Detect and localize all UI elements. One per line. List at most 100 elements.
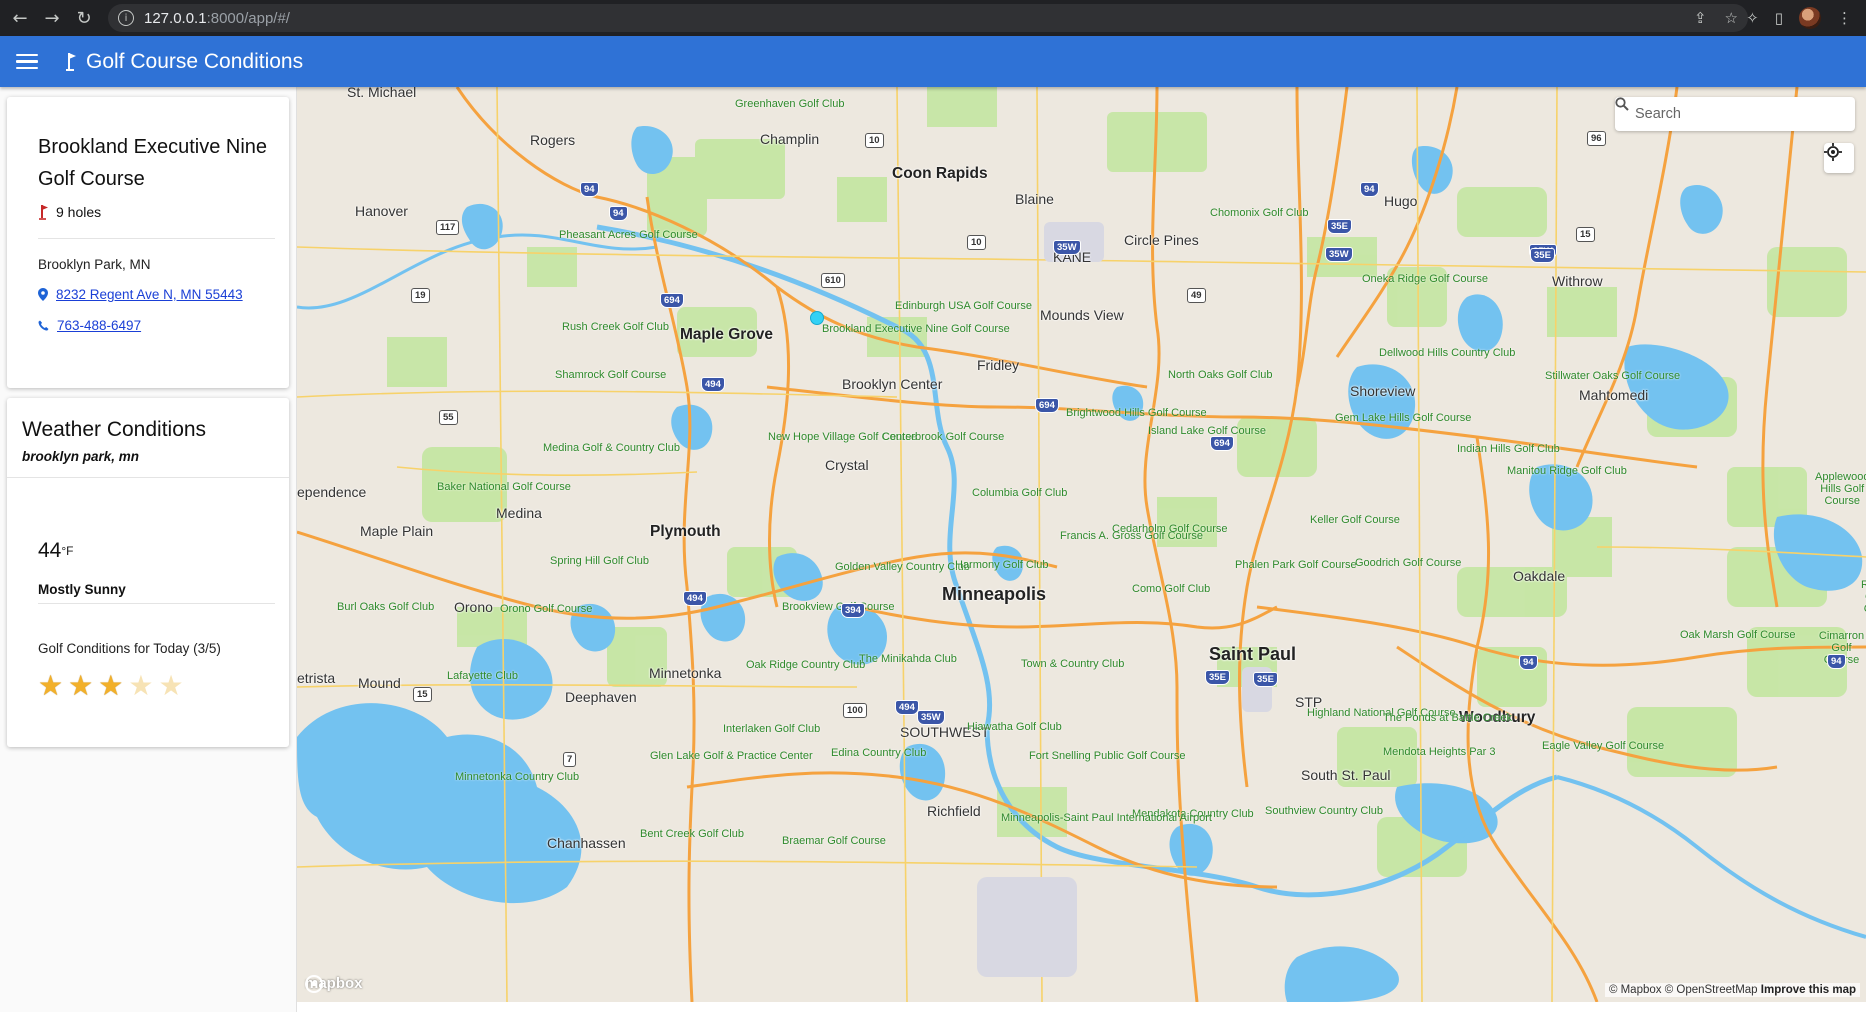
phone-link[interactable]: 763-488-6497	[57, 318, 141, 333]
map-golf-course-label[interactable]: Eagle Valley Golf Course	[1542, 740, 1664, 752]
map-golf-course-label[interactable]: Rush Creek Golf Club	[562, 321, 669, 333]
map-golf-course-label[interactable]: Columbia Golf Club	[972, 487, 1067, 499]
more-menu-icon[interactable]: ⋮	[1837, 9, 1852, 27]
highway-shield: 15	[413, 687, 432, 702]
map-golf-course-label[interactable]: Island Lake Golf Course	[1148, 425, 1266, 437]
map-golf-course-label[interactable]: Spring Hill Golf Club	[550, 555, 649, 567]
weather-description: Mostly Sunny	[38, 582, 126, 597]
highway-shield: 94	[1360, 182, 1379, 197]
map-golf-course-label[interactable]: Goodrich Golf Course	[1355, 557, 1461, 569]
map-golf-course-label[interactable]: The Minikahda Club	[859, 653, 957, 665]
url-path: :8000/app/#/	[206, 9, 290, 27]
map-golf-course-label[interactable]: The Ponds at Battle Creek	[1383, 712, 1512, 724]
map-golf-course-label[interactable]: Oneka Ridge Golf Course	[1362, 273, 1488, 285]
map-place-label: Maple Plain	[360, 523, 434, 539]
map-golf-course-label[interactable]: Cedarholm Golf Course	[1112, 523, 1228, 535]
map-golf-course-label[interactable]: Bent Creek Golf Club	[640, 828, 744, 840]
map-golf-course-label[interactable]: Lafayette Club	[447, 670, 518, 682]
map-golf-course-label[interactable]: Minnetonka Country Club	[455, 771, 579, 783]
map-golf-course-label[interactable]: Town & Country Club	[1021, 658, 1124, 670]
map-golf-course-label[interactable]: Harmony Golf Club	[955, 559, 1049, 571]
improve-map-link[interactable]: Improve this map	[1761, 984, 1856, 996]
holes-count: 9 holes	[56, 204, 102, 220]
map[interactable]: St. Michael Rogers Champlin Coon Rapids Blai…	[297, 87, 1866, 1002]
temperature-unit: °F	[61, 544, 74, 558]
map-golf-course-label[interactable]: Stillwater Oaks Golf Course	[1545, 370, 1680, 382]
map-golf-course-label[interactable]: Phalen Park Golf Course	[1235, 559, 1357, 571]
address-bar[interactable]: i 127.0.0.1 :8000/app/#/ ⇪ ☆	[108, 4, 1748, 32]
map-golf-course-label[interactable]: Indian Hills Golf Club	[1457, 443, 1560, 455]
attribution-text[interactable]: © Mapbox © OpenStreetMap	[1609, 984, 1758, 996]
extensions-icon[interactable]: ✧	[1746, 9, 1759, 27]
map-place-label: Coon Rapids	[892, 165, 988, 182]
bookmark-star-icon[interactable]: ☆	[1725, 9, 1738, 27]
map-golf-course-label[interactable]: Centerbrook Golf Course	[882, 431, 1004, 443]
map-place-label: Plymouth	[650, 523, 721, 540]
search-input[interactable]	[1635, 106, 1825, 122]
map-golf-course-label[interactable]: Como Golf Club	[1132, 583, 1210, 595]
map-place-label: Minnetonka	[649, 665, 722, 681]
selected-course-marker[interactable]	[810, 311, 824, 325]
side-panel-icon[interactable]: ▯	[1775, 9, 1783, 27]
map-golf-course-label[interactable]: Medina Golf & Country Club	[543, 442, 680, 454]
map-place-label: etrista	[297, 670, 336, 686]
map-golf-course-label[interactable]: Keller Golf Course	[1310, 514, 1400, 526]
map-golf-course-label[interactable]: Hiawatha Golf Club	[967, 721, 1062, 733]
map-golf-course-label[interactable]: Fort Snelling Public Golf Course	[1029, 750, 1186, 762]
mapbox-logo[interactable]: mapbox	[305, 975, 363, 993]
map-golf-course-label[interactable]: Baker National Golf Course	[437, 481, 571, 493]
map-golf-course-label[interactable]: Chomonix Golf Club	[1210, 207, 1308, 219]
url-host: 127.0.0.1	[144, 9, 207, 27]
highway-shield: 610	[821, 273, 845, 288]
map-golf-course-label[interactable]: Edinburgh USA Golf Course	[895, 300, 1032, 312]
map-search-box[interactable]	[1615, 97, 1855, 131]
map-golf-course-label[interactable]: Brookland Executive Nine Golf Course	[822, 323, 1010, 335]
site-info-icon[interactable]: i	[118, 10, 134, 26]
share-icon[interactable]: ⇪	[1694, 9, 1707, 27]
map-golf-course-label[interactable]: Edina Country Club	[831, 747, 926, 759]
map-place-label: Hanover	[355, 203, 408, 219]
back-icon[interactable]: ←	[8, 6, 32, 30]
map-golf-course-label[interactable]: Pheasant Acres Golf Course	[559, 229, 698, 241]
highway-shield: 35W	[1325, 247, 1353, 262]
map-golf-course-label[interactable]: North Oaks Golf Club	[1168, 369, 1273, 381]
map-golf-course-label[interactable]: Applewood Hills Golf Course	[1815, 471, 1866, 507]
map-golf-course-label[interactable]: Golden Valley Country Club	[835, 561, 970, 573]
map-golf-course-label[interactable]: Glen Lake Golf & Practice Center	[650, 750, 813, 762]
hamburger-menu-icon[interactable]	[16, 53, 38, 70]
map-golf-course-label[interactable]: Oak Marsh Golf Course	[1680, 629, 1796, 641]
map-golf-course-label[interactable]: Brightwood Hills Golf Course	[1066, 407, 1207, 419]
geolocate-button[interactable]	[1824, 143, 1854, 173]
map-golf-course-label[interactable]: Dellwood Hills Country Club	[1379, 347, 1515, 359]
forward-icon[interactable]: →	[40, 6, 64, 30]
map-golf-course-label[interactable]: Brookview Golf Course	[782, 601, 895, 613]
map-golf-course-label[interactable]: Oak Ridge Country Club	[746, 659, 865, 671]
map-place-label: Orono	[454, 599, 493, 615]
map-golf-course-label[interactable]: Burl Oaks Golf Club	[337, 601, 434, 613]
map-golf-course-label[interactable]: Greenhaven Golf Club	[735, 98, 844, 110]
map-canvas[interactable]	[297, 87, 1866, 1002]
highway-shield: 35W	[917, 710, 945, 725]
map-golf-course-label[interactable]: Minneapolis-Saint Paul International Air…	[1001, 812, 1212, 824]
map-golf-course-label[interactable]: Orono Golf Course	[500, 603, 592, 615]
map-golf-course-label[interactable]: Mendota Heights Par 3	[1383, 746, 1496, 758]
map-place-label: Deephaven	[565, 689, 637, 705]
course-info-card: Brookland Executive Nine Golf Course 9 h…	[7, 97, 289, 388]
reload-icon[interactable]: ↻	[72, 6, 96, 30]
map-golf-course-label[interactable]: Shamrock Golf Course	[555, 369, 666, 381]
sidebar: Brookland Executive Nine Golf Course 9 h…	[0, 87, 297, 1012]
map-golf-course-label[interactable]: Braemar Golf Course	[782, 835, 886, 847]
map-place-label: Hugo	[1384, 193, 1418, 209]
map-golf-course-label[interactable]: Southview Country Club	[1265, 805, 1383, 817]
browser-toolbar: ← → ↻ i 127.0.0.1 :8000/app/#/ ⇪ ☆ ✧ ▯ ⋮	[0, 0, 1866, 36]
map-golf-course-label[interactable]: Manitou Ridge Golf Club	[1507, 465, 1627, 477]
map-golf-course-label[interactable]: Royal Golf Club	[1861, 579, 1866, 615]
card-divider	[38, 603, 275, 604]
highway-shield: 394	[841, 603, 865, 618]
map-golf-course-label[interactable]: Interlaken Golf Club	[723, 723, 820, 735]
profile-avatar[interactable]	[1799, 7, 1821, 29]
map-golf-course-label[interactable]: Gem Lake Hills Golf Course	[1335, 412, 1471, 424]
map-place-label: Fridley	[977, 357, 1020, 373]
map-golf-course-label[interactable]: Fox Hollow Golf Club	[475, 87, 578, 89]
address-link[interactable]: 8232 Regent Ave N, MN 55443	[56, 287, 243, 302]
